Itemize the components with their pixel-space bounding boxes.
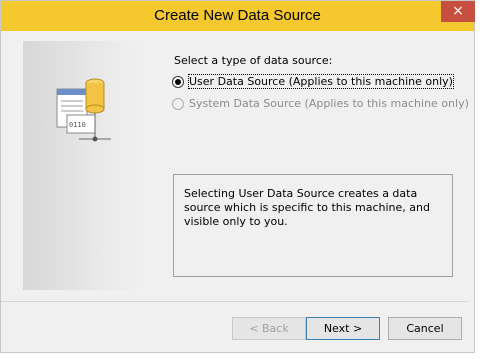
data-source-icon: 0110 xyxy=(56,78,111,142)
cancel-button[interactable]: Cancel xyxy=(388,317,462,340)
svg-text:0110: 0110 xyxy=(69,121,86,129)
user-data-source-radio[interactable] xyxy=(172,75,184,88)
close-button[interactable]: × xyxy=(441,1,475,22)
dialog-window: Create New Data Source × 0110 Select a t… xyxy=(0,0,475,353)
user-data-source-option[interactable]: User Data Source (Applies to this machin… xyxy=(172,74,454,89)
title-bar: Create New Data Source × xyxy=(1,1,475,31)
dialog-title: Create New Data Source xyxy=(154,7,321,24)
system-data-source-label: System Data Source (Applies to this mach… xyxy=(189,97,469,110)
wizard-side-panel: 0110 xyxy=(23,41,153,290)
user-data-source-label[interactable]: User Data Source (Applies to this machin… xyxy=(188,74,454,89)
next-button[interactable]: Next > xyxy=(306,317,380,340)
description-text: Selecting User Data Source creates a dat… xyxy=(184,187,430,228)
description-box: Selecting User Data Source creates a dat… xyxy=(173,174,453,277)
type-prompt-label: Select a type of data source: xyxy=(174,54,333,67)
system-data-source-option: System Data Source (Applies to this mach… xyxy=(172,97,469,110)
footer-separator xyxy=(1,301,468,302)
system-data-source-radio xyxy=(172,97,184,110)
back-button: < Back xyxy=(232,317,306,340)
